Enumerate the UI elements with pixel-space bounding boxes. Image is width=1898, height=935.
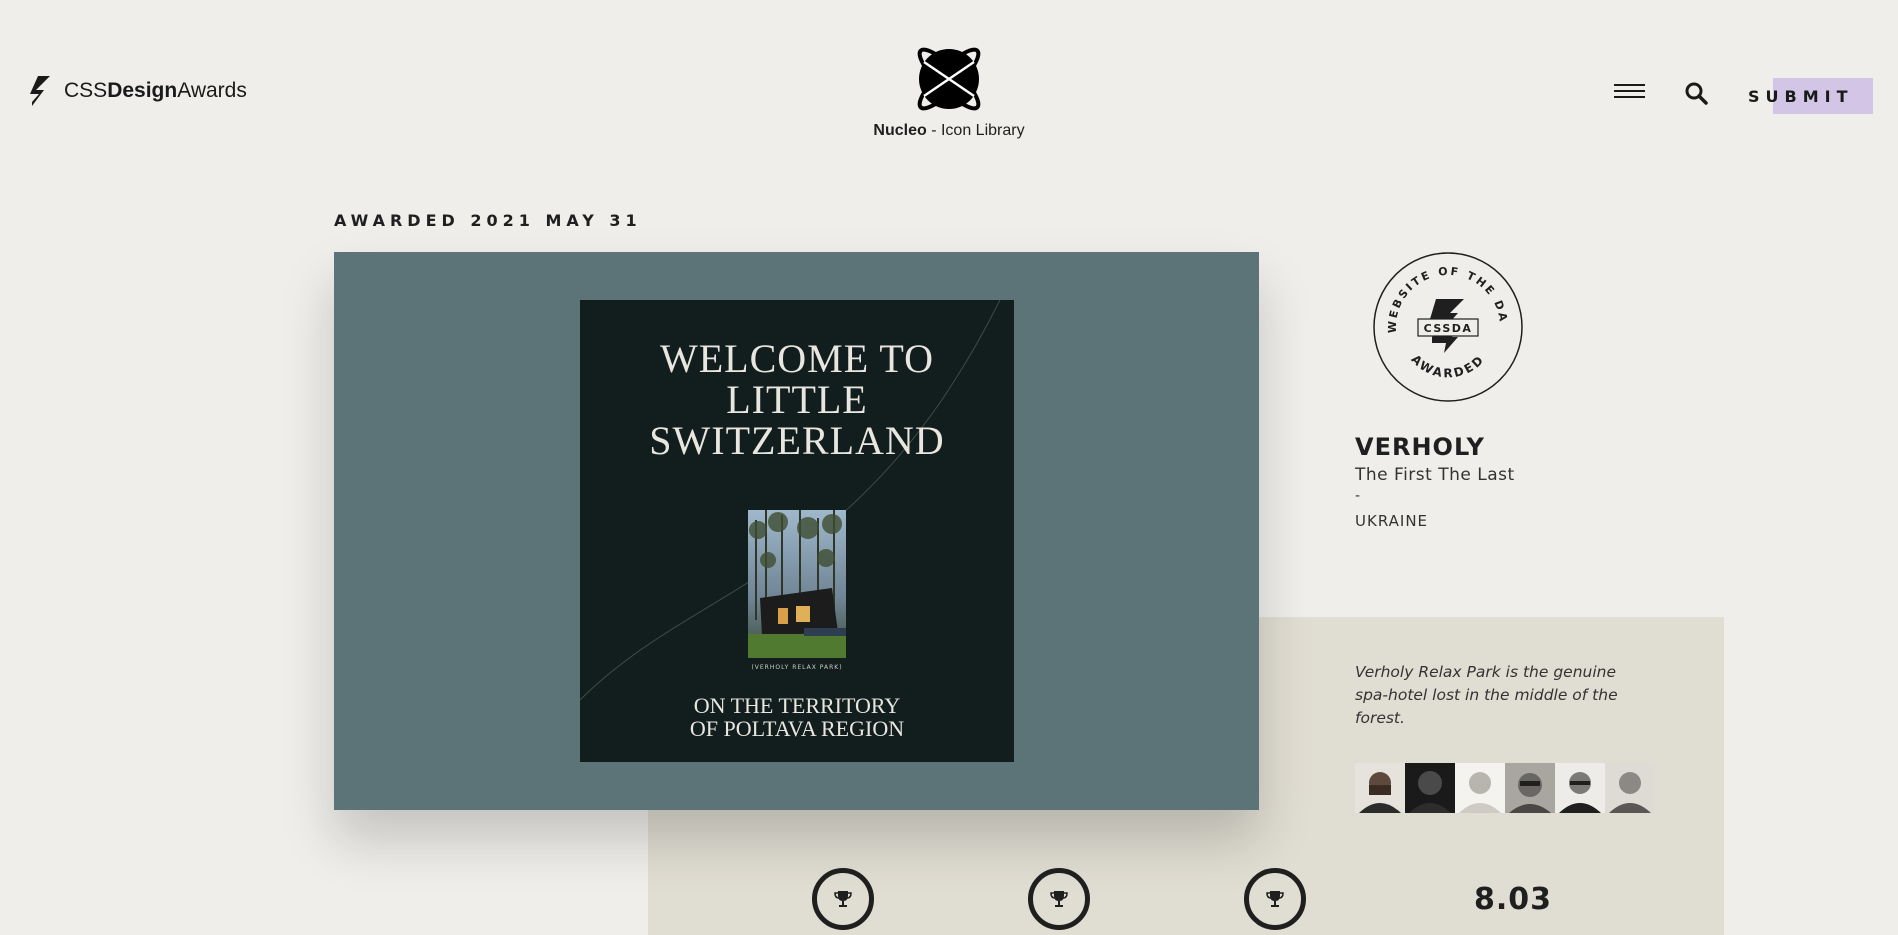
site-description: Verholy Relax Park is the genuine spa-ho… [1355, 663, 1618, 727]
poster-caption: (VERHOLY RELAX PARK) [751, 664, 843, 671]
sponsor-banner[interactable]: Nucleo - Icon Library [873, 40, 1025, 140]
poster-house-photo [748, 510, 846, 658]
design-score-circle[interactable] [812, 868, 874, 930]
search-icon[interactable] [1684, 81, 1708, 105]
trophy-icon [1266, 891, 1284, 907]
jury-avatar[interactable] [1505, 763, 1555, 813]
cssda-logo[interactable]: CSSDesignAwards [24, 74, 247, 108]
svg-text:AWARDED: AWARDED [1409, 352, 1488, 380]
poster-title: WELCOME TO LITTLE SWITZERLAND [649, 336, 945, 463]
jury-avatar[interactable] [1405, 763, 1455, 813]
website-poster: WELCOME TO LITTLE SWITZERLAND (VERHOLY R… [580, 300, 1014, 762]
awarded-date: AWARDED 2021 MAY 31 [334, 211, 642, 230]
svg-text:CSSDA: CSSDA [1424, 322, 1473, 335]
hamburger-menu-icon[interactable] [1614, 84, 1645, 102]
usability-score-circle[interactable] [1028, 868, 1090, 930]
logo-text: CSSDesignAwards [64, 79, 247, 102]
poster-subtitle: ON THE TERRITORY OF POLTAVA REGION [689, 693, 905, 741]
jury-avatar[interactable] [1455, 763, 1505, 813]
creativity-score-circle[interactable] [1244, 868, 1306, 930]
website-of-the-day-badge: WEBSITE OF THE DAY AWARDED CSSDA [1372, 251, 1523, 402]
overall-score: 8.03 [1474, 882, 1553, 917]
site-country: UKRAINE [1355, 512, 1429, 530]
trophy-icon [834, 891, 852, 907]
website-screenshot[interactable]: WELCOME TO LITTLE SWITZERLAND (VERHOLY R… [334, 252, 1259, 810]
trophy-icon [1050, 891, 1068, 907]
submit-button[interactable]: SUBMIT [1748, 78, 1854, 114]
nucleo-planet-icon [917, 47, 981, 111]
jury-avatars [1355, 763, 1655, 813]
sponsor-text: Nucleo - Icon Library [873, 122, 1025, 139]
site-name[interactable]: VERHOLY [1355, 433, 1485, 461]
site-agency[interactable]: The First The Last [1355, 465, 1515, 485]
cssda-logo-icon [30, 76, 50, 106]
jury-avatar[interactable] [1605, 763, 1655, 813]
jury-avatar[interactable] [1355, 763, 1405, 813]
site-separator: - [1355, 488, 1361, 504]
jury-avatar[interactable] [1555, 763, 1605, 813]
